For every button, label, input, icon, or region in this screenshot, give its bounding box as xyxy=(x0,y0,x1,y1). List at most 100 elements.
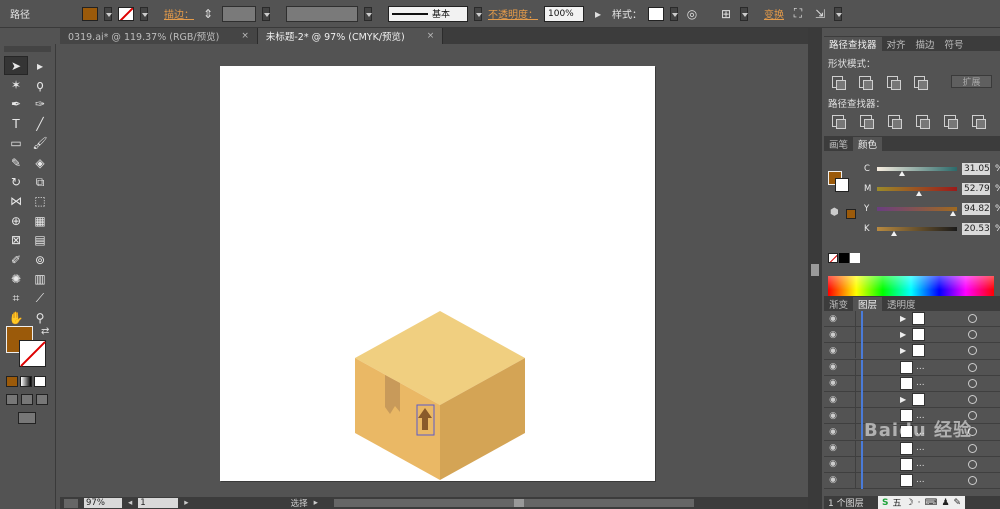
outline-icon[interactable] xyxy=(944,115,958,129)
pencil-tool-icon[interactable]: ✎ xyxy=(4,153,28,172)
tab-close-icon[interactable]: × xyxy=(241,31,249,41)
tab-untitled-2[interactable]: 未标题-2* @ 97% (CMYK/预览) × xyxy=(257,28,444,44)
tab-layers[interactable]: 图层 xyxy=(853,297,883,311)
channel-value-m[interactable]: 52.79 xyxy=(962,183,990,195)
opacity-arrow-icon[interactable]: ▸ xyxy=(590,6,606,22)
target-circle-icon[interactable] xyxy=(968,362,977,372)
tab-brushes[interactable]: 画笔 xyxy=(824,137,853,151)
slider-c[interactable]: C 31.05 % xyxy=(864,163,1000,176)
visibility-eye-icon[interactable]: ◉ xyxy=(824,362,842,372)
color-panel-stroke-swatch[interactable] xyxy=(835,178,849,192)
target-circle-icon[interactable] xyxy=(968,395,977,405)
stroke-weight-stepper[interactable]: ⇕ xyxy=(200,6,216,22)
paintbrush-tool-icon[interactable]: 🖌 xyxy=(28,134,52,153)
visibility-eye-icon[interactable]: ◉ xyxy=(824,459,842,469)
layer-row[interactable]: ◉ ▶ xyxy=(824,311,1000,328)
exclude-icon[interactable] xyxy=(913,75,929,90)
style-dropdown[interactable] xyxy=(670,6,678,21)
artboard-tool-icon[interactable]: ⌗ xyxy=(4,289,28,308)
ime-keyboard-icon[interactable]: ⌨ xyxy=(924,498,937,508)
slice-tool-icon[interactable]: ⟋ xyxy=(28,289,52,308)
rotate-tool-icon[interactable]: ↻ xyxy=(4,172,28,191)
layer-row[interactable]: ◉ ▶ xyxy=(824,343,1000,360)
gradient-mode-icon[interactable] xyxy=(20,376,32,387)
minus-back-icon[interactable] xyxy=(972,115,986,129)
channel-knob-k[interactable] xyxy=(890,231,897,236)
target-circle-icon[interactable] xyxy=(968,475,977,485)
page-prev-icon[interactable]: ◂ xyxy=(128,498,132,508)
tab-transparency[interactable]: 透明度 xyxy=(882,297,921,311)
curvature-tool-icon[interactable]: ✑ xyxy=(28,95,52,114)
channel-value-y[interactable]: 94.82 xyxy=(962,203,990,215)
artwork[interactable] xyxy=(220,66,655,481)
expand-triangle-icon[interactable]: ▶ xyxy=(900,395,906,404)
target-circle-icon[interactable] xyxy=(968,443,977,453)
minus-front-icon[interactable] xyxy=(859,75,874,90)
slider-m[interactable]: M 52.79 % xyxy=(864,183,1000,196)
color-mode-icon[interactable] xyxy=(6,376,18,387)
zoom-tool-icon[interactable]: ⚲ xyxy=(28,308,52,327)
screen-mode-icon[interactable] xyxy=(18,412,36,424)
channel-value-c[interactable]: 31.05 xyxy=(962,163,990,175)
pen-tool-icon[interactable]: ✒ xyxy=(4,95,28,114)
brush-dropdown[interactable] xyxy=(474,6,482,21)
draw-inside-icon[interactable] xyxy=(36,394,48,405)
gradient-tool-icon[interactable]: ▤ xyxy=(28,231,52,250)
layer-row[interactable]: ◉... xyxy=(824,359,1000,376)
black-swatch[interactable] xyxy=(839,253,849,263)
hand-tool-icon[interactable]: ✋ xyxy=(4,308,28,327)
stroke-weight-dropdown[interactable] xyxy=(262,6,270,21)
visibility-eye-icon[interactable]: ◉ xyxy=(824,378,842,388)
align-dropdown[interactable] xyxy=(740,6,748,21)
channel-knob-m[interactable] xyxy=(916,191,923,196)
scale-tool-icon[interactable]: ⧉ xyxy=(28,172,52,191)
target-circle-icon[interactable] xyxy=(968,314,977,324)
gamut-swatch[interactable] xyxy=(846,209,856,219)
isolate-object-icon[interactable]: ⛶ xyxy=(790,6,806,22)
lock-toggle[interactable] xyxy=(842,375,856,391)
layer-row[interactable]: ◉... xyxy=(824,472,1000,490)
divide-icon[interactable] xyxy=(832,115,846,129)
expand-triangle-icon[interactable]: ▶ xyxy=(900,314,906,323)
tab-align[interactable]: 对齐 xyxy=(882,37,911,51)
ime-tools-icon[interactable]: ✎ xyxy=(954,498,962,508)
lock-toggle[interactable] xyxy=(842,392,856,408)
channel-bar-y[interactable] xyxy=(877,207,957,216)
tab-0319[interactable]: 0319.ai* @ 119.37% (RGB/预览) × xyxy=(60,28,258,44)
channel-knob-y[interactable] xyxy=(950,211,956,216)
fill-stroke-control[interactable]: ⇄ xyxy=(6,326,52,370)
layer-row[interactable]: ◉ ▶ xyxy=(824,391,1000,409)
ime-logo[interactable]: S xyxy=(882,498,888,508)
visibility-eye-icon[interactable]: ◉ xyxy=(824,395,842,405)
trim-icon[interactable] xyxy=(860,115,874,129)
visibility-eye-icon[interactable]: ◉ xyxy=(824,346,842,356)
stroke-swatch[interactable] xyxy=(118,6,134,21)
visibility-eye-icon[interactable]: ◉ xyxy=(824,314,842,324)
expand-button[interactable]: 扩展 xyxy=(951,75,992,88)
panel-grip[interactable] xyxy=(4,46,51,52)
opacity-field[interactable]: 100% xyxy=(544,5,584,22)
white-swatch[interactable] xyxy=(850,253,860,263)
tab-symbols[interactable]: 符号 xyxy=(940,37,969,51)
brush-definition[interactable]: 基本 xyxy=(388,5,468,22)
stroke-weight-label[interactable]: 描边： xyxy=(164,6,194,21)
target-circle-icon[interactable] xyxy=(968,378,977,388)
transform-label[interactable]: 变换 xyxy=(764,6,784,21)
stroke-color-box[interactable] xyxy=(19,340,46,367)
vertical-scroll-thumb[interactable] xyxy=(811,264,819,276)
unite-icon[interactable] xyxy=(832,75,847,90)
lock-toggle[interactable] xyxy=(842,424,856,440)
recolor-artwork-icon[interactable]: ◎ xyxy=(684,6,700,22)
line-tool-icon[interactable]: ╱ xyxy=(28,114,52,133)
tab-color[interactable]: 颜色 xyxy=(853,137,883,151)
draw-normal-icon[interactable] xyxy=(6,394,18,405)
symbol-sprayer-tool-icon[interactable]: ✺ xyxy=(4,269,28,288)
lock-toggle[interactable] xyxy=(842,327,856,343)
swap-fill-stroke-icon[interactable]: ⇄ xyxy=(41,326,49,337)
free-transform-tool-icon[interactable]: ⬚ xyxy=(28,192,52,211)
visibility-eye-icon[interactable]: ◉ xyxy=(824,427,842,437)
expand-triangle-icon[interactable]: ▶ xyxy=(900,330,906,339)
direct-selection-tool-icon[interactable]: ▸ xyxy=(28,56,52,75)
slider-y[interactable]: Y 94.82 % xyxy=(864,203,1000,216)
tab-pathfinder[interactable]: 路径查找器 xyxy=(824,37,882,51)
